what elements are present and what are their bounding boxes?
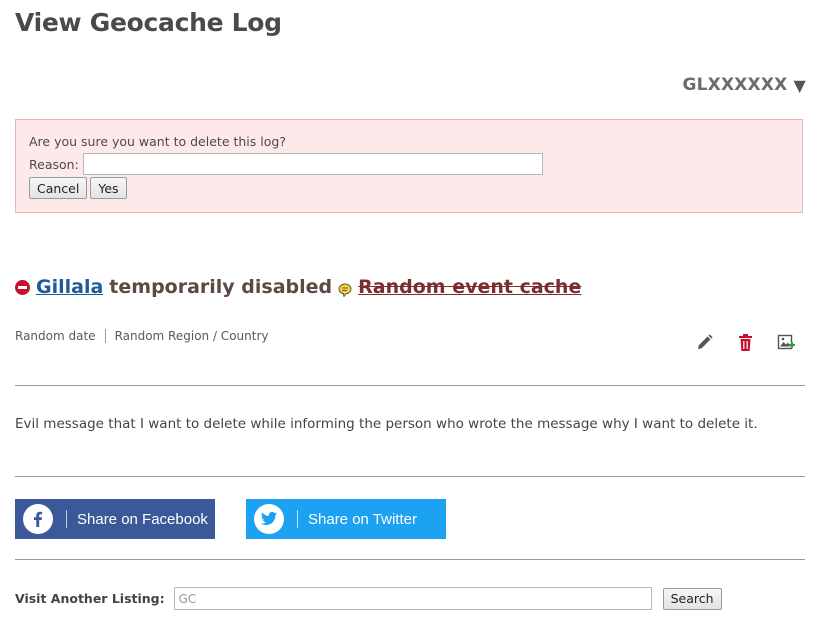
page-title: View Geocache Log: [15, 8, 282, 37]
log-actions: [695, 333, 796, 352]
caret-down-icon: ▼: [793, 75, 806, 95]
event-cache-icon: [338, 280, 352, 298]
cache-name-text: Random event cache: [358, 276, 582, 298]
share-separator: [66, 510, 67, 528]
reason-row: Reason:: [29, 153, 543, 175]
no-entry-icon: [15, 279, 30, 295]
share-facebook-button[interactable]: Share on Facebook: [15, 499, 215, 539]
divider-middle: [15, 476, 805, 477]
trash-icon[interactable]: [736, 333, 755, 352]
log-header: Gillala temporarily disabled Random even…: [15, 276, 581, 298]
visit-label: Visit Another Listing:: [15, 591, 165, 606]
listing-code-input[interactable]: [173, 587, 652, 610]
reason-input[interactable]: [82, 153, 543, 175]
share-twitter-label: Share on Twitter: [308, 510, 417, 528]
divider-bottom: [15, 559, 805, 560]
confirm-buttons: Cancel Yes: [29, 177, 127, 199]
share-twitter-button[interactable]: Share on Twitter: [246, 499, 446, 539]
cancel-button[interactable]: Cancel: [29, 177, 88, 199]
add-image-icon[interactable]: [777, 333, 796, 352]
pencil-icon[interactable]: [695, 333, 714, 352]
reason-label: Reason:: [29, 156, 79, 172]
facebook-icon: [23, 504, 53, 534]
share-separator: [297, 510, 298, 528]
delete-confirmation-panel: Are you sure you want to delete this log…: [15, 119, 803, 213]
divider-top: [15, 385, 805, 386]
cache-code-dropdown[interactable]: GLXXXXXX ▼: [682, 75, 806, 95]
share-facebook-label: Share on Facebook: [77, 510, 208, 528]
log-meta: Random date Random Region / Country: [15, 329, 268, 343]
log-date: Random date: [15, 329, 96, 343]
cache-name-link[interactable]: Random event cache: [358, 276, 581, 298]
log-region: Random Region / Country: [114, 329, 269, 343]
cache-code-label: GLXXXXXX: [682, 75, 788, 95]
yes-button[interactable]: Yes: [90, 177, 127, 199]
search-button[interactable]: Search: [662, 587, 722, 610]
twitter-icon: [254, 504, 284, 534]
visit-listing-row: Visit Another Listing: Search: [15, 587, 722, 610]
meta-divider: [104, 329, 106, 343]
user-link[interactable]: Gillala: [36, 276, 103, 298]
log-type: temporarily disabled: [109, 276, 333, 298]
confirm-question: Are you sure you want to delete this log…: [29, 134, 286, 149]
log-text: Evil message that I want to delete while…: [15, 416, 758, 432]
